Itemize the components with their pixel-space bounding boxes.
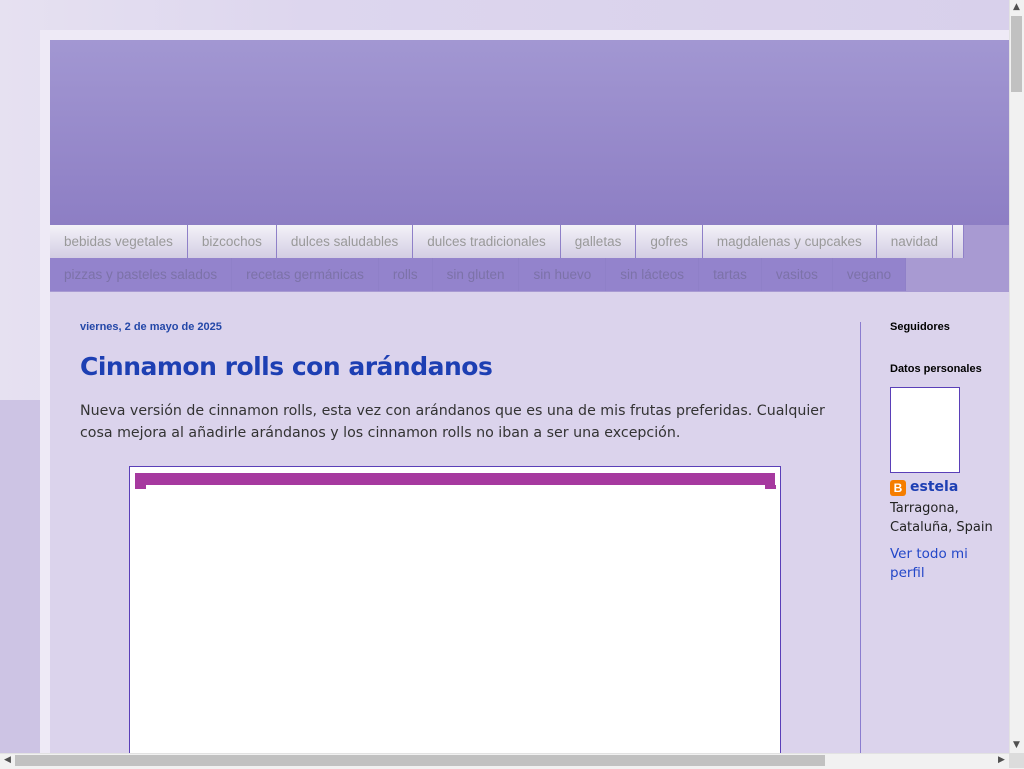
profile-name-link[interactable]: estela <box>910 479 958 495</box>
category-tabs: bebidas vegetales bizcochos dulces salud… <box>50 225 1009 293</box>
scroll-right-arrow-icon[interactable]: ▶ <box>994 753 1009 768</box>
tab-pizzas-y-pasteles-salados[interactable]: pizzas y pasteles salados <box>50 258 233 291</box>
followers-heading: Seguidores <box>890 321 950 333</box>
tab-sin-lacteos[interactable]: sin lácteos <box>606 258 700 291</box>
profile-location: Tarragona, Cataluña, Spain <box>890 501 993 535</box>
tab-magdalenas-y-cupcakes[interactable]: magdalenas y cupcakes <box>702 225 877 258</box>
tab-navidad[interactable]: navidad <box>876 225 954 258</box>
view-profile-link[interactable]: Ver todo mi perfil <box>890 545 990 583</box>
blogger-icon: B <box>890 480 906 496</box>
photo-corner-right <box>765 485 776 489</box>
blog-header-banner <box>50 40 1009 225</box>
photo-corner-left <box>135 485 146 489</box>
tab-overflow[interactable] <box>953 225 965 258</box>
profile-avatar[interactable] <box>890 387 960 473</box>
horizontal-scroll-thumb[interactable] <box>15 755 825 766</box>
profile-heading: Datos personales <box>890 363 982 375</box>
tab-tartas[interactable]: tartas <box>699 258 762 291</box>
tab-rolls[interactable]: rolls <box>378 258 433 291</box>
post-date: viernes, 2 de mayo de 2025 <box>80 321 222 333</box>
tab-sin-gluten[interactable]: sin gluten <box>432 258 520 291</box>
tab-vasitos[interactable]: vasitos <box>761 258 833 291</box>
scrollbar-corner <box>1009 753 1024 768</box>
tab-recetas-germanicas[interactable]: recetas germánicas <box>232 258 379 291</box>
photo-top-band <box>135 473 775 485</box>
vertical-scrollbar[interactable] <box>1009 0 1024 753</box>
post-photo[interactable] <box>129 466 781 768</box>
post-body: Nueva versión de cinnamon rolls, esta ve… <box>80 403 825 441</box>
tab-bebidas-vegetales[interactable]: bebidas vegetales <box>50 225 188 258</box>
tab-galletas[interactable]: galletas <box>560 225 637 258</box>
scroll-left-arrow-icon[interactable]: ◀ <box>0 753 15 768</box>
tab-dulces-saludables[interactable]: dulces saludables <box>276 225 414 258</box>
scroll-down-arrow-icon[interactable]: ▼ <box>1009 738 1024 753</box>
tab-gofres[interactable]: gofres <box>636 225 703 258</box>
tab-row-1: bebidas vegetales bizcochos dulces salud… <box>50 225 965 258</box>
tab-bizcochos[interactable]: bizcochos <box>187 225 277 258</box>
tab-vegano[interactable]: vegano <box>832 258 907 291</box>
tab-sin-huevo[interactable]: sin huevo <box>519 258 607 291</box>
tab-dulces-tradicionales[interactable]: dulces tradicionales <box>413 225 561 258</box>
vertical-scroll-thumb[interactable] <box>1011 16 1022 92</box>
scroll-up-arrow-icon[interactable]: ▲ <box>1009 0 1024 15</box>
sidebar-divider <box>860 322 861 754</box>
post-title[interactable]: Cinnamon rolls con arándanos <box>80 352 780 381</box>
tab-row-2: pizzas y pasteles salados recetas germán… <box>50 258 907 291</box>
